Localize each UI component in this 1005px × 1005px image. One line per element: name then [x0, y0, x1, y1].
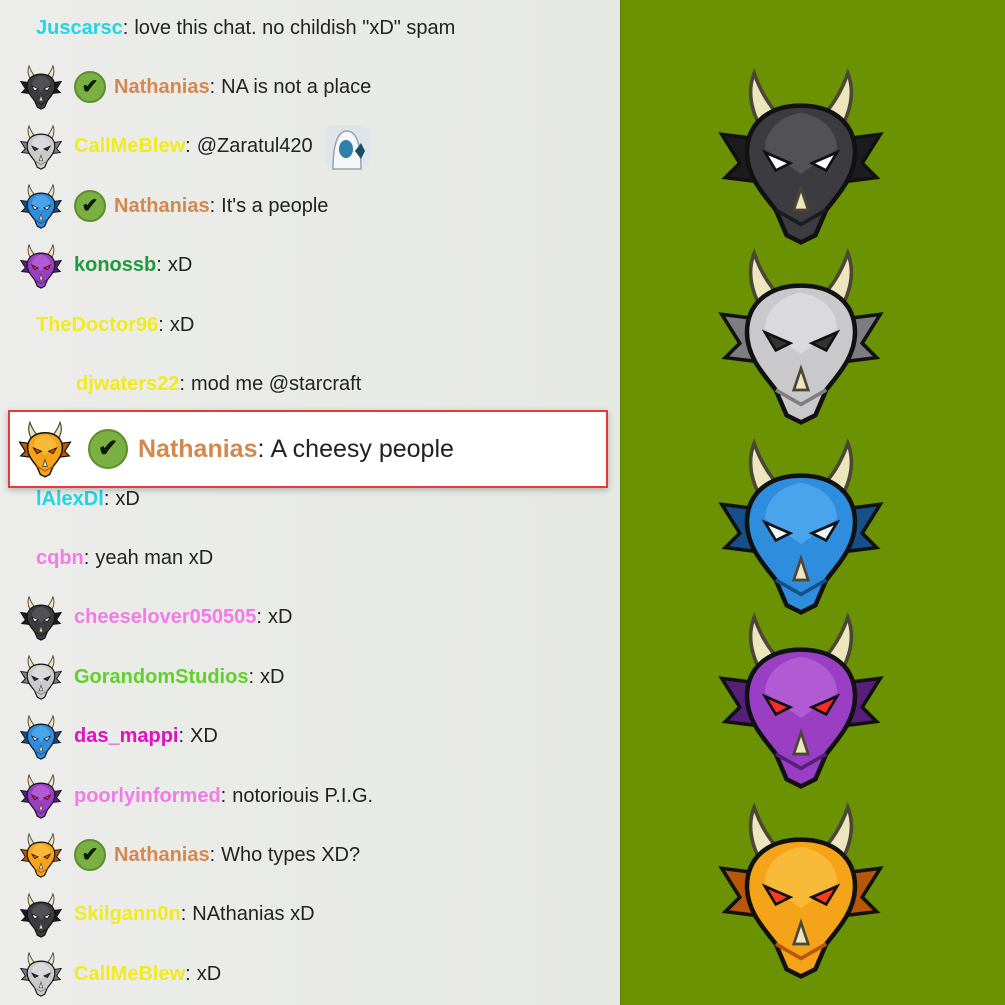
verified-badge-icon: ✔	[74, 71, 106, 104]
separator: :	[179, 372, 185, 395]
highlight-username[interactable]: Nathanias	[138, 435, 257, 464]
hooded-figure-emote	[321, 121, 373, 173]
dragon-emote-panel	[620, 0, 1005, 1005]
chat-username[interactable]: CallMeBlew	[74, 963, 185, 986]
chat-text: love this chat. no childish "xD" spam	[134, 16, 456, 39]
verified-badge-icon: ✔	[88, 429, 128, 469]
chat-text: XD	[190, 725, 218, 748]
separator: :	[257, 434, 265, 463]
chat-text: mod me @starcraft	[190, 372, 362, 395]
chat-username[interactable]: CallMeBlew	[74, 135, 185, 158]
chat-username[interactable]: Nathanias	[114, 195, 210, 218]
chat-message[interactable]: Juscarsc: love this chat. no childish "xD…	[36, 1, 455, 55]
chat-text: xD	[260, 665, 285, 688]
verified-badge-icon: ✔	[74, 839, 106, 872]
gold-dragon-icon	[18, 832, 64, 879]
blue-dragon-icon	[18, 183, 64, 229]
chat-message[interactable]: djwaters22: mod me @starcraft	[76, 357, 361, 411]
chat-text: NAthanias xD	[192, 903, 315, 926]
chat-message-list: Juscarsc: love this chat. no childish "xD…	[0, 0, 620, 1005]
purple-dragon-icon[interactable]	[711, 610, 891, 790]
chat-message[interactable]: GorandomStudios: xD	[18, 650, 284, 704]
chat-username[interactable]: Juscarsc	[36, 17, 123, 40]
chat-panel: Juscarsc: love this chat. no childish "xD…	[0, 0, 620, 1005]
chat-text: notoriouis P.I.G.	[232, 784, 374, 807]
chat-username[interactable]: poorlyinformed	[74, 785, 221, 808]
blue-dragon-icon[interactable]	[711, 436, 891, 616]
highlight-text: A cheesy people	[270, 434, 454, 463]
separator: :	[209, 843, 216, 866]
black-dragon-icon[interactable]	[711, 66, 891, 246]
black-dragon-icon	[18, 595, 64, 641]
blue-dragon-icon	[18, 714, 64, 760]
black-dragon-icon	[18, 892, 64, 938]
separator: :	[209, 194, 216, 217]
separator: :	[248, 665, 255, 688]
gold-dragon-icon	[16, 420, 74, 478]
chat-username[interactable]: konossb	[74, 254, 156, 277]
chat-message[interactable]: das_mappi: XD	[18, 710, 218, 764]
chat-username[interactable]: djwaters22	[76, 373, 179, 396]
purple-dragon-icon	[18, 773, 64, 819]
separator: :	[178, 725, 185, 748]
chat-text: @Zaratul420	[196, 135, 313, 158]
silver-dragon-icon	[18, 951, 64, 997]
chat-message[interactable]: ✔ Nathanias: Who types XD?	[18, 828, 360, 882]
chat-username[interactable]: GorandomStudios	[74, 666, 248, 689]
separator: :	[220, 784, 227, 807]
verified-badge-icon: ✔	[74, 190, 106, 223]
separator: :	[185, 135, 191, 158]
chat-text: xD	[169, 313, 195, 336]
chat-username[interactable]: cheeselover050505	[74, 606, 256, 629]
separator: :	[122, 16, 129, 39]
separator: :	[156, 254, 162, 277]
separator: :	[103, 487, 110, 510]
separator: :	[256, 606, 262, 629]
chat-message[interactable]: konossb: xD	[18, 239, 192, 293]
chat-message[interactable]: cqbn: yeah man xD	[36, 531, 213, 585]
silver-dragon-icon[interactable]	[711, 246, 891, 426]
chat-text: It's a people	[221, 194, 329, 217]
chat-message[interactable]: ✔ Nathanias: NA is not a place	[18, 60, 371, 114]
separator: :	[158, 313, 164, 336]
chat-text: xD	[115, 487, 140, 510]
chat-message[interactable]: CallMeBlew: xD	[18, 947, 221, 1001]
chat-username[interactable]: Nathanias	[114, 844, 210, 867]
gold-dragon-icon[interactable]	[711, 800, 891, 980]
chat-message[interactable]: poorlyinformed: notoriouis P.I.G.	[18, 769, 373, 823]
chat-username[interactable]: das_mappi	[74, 725, 178, 748]
separator: :	[185, 962, 191, 985]
chat-text: NA is not a place	[221, 75, 372, 98]
chat-message[interactable]: ✔ Nathanias: It's a people	[18, 179, 328, 233]
chat-username[interactable]: TheDoctor96	[36, 314, 158, 337]
chat-message[interactable]: CallMeBlew: @Zaratul420	[18, 120, 373, 174]
silver-dragon-icon	[18, 124, 64, 170]
chat-username[interactable]: lAlexDl	[36, 488, 104, 511]
chat-message[interactable]: Skilgann0n: NAthanias xD	[18, 888, 315, 942]
chat-text: xD	[167, 254, 193, 277]
chat-username[interactable]: Nathanias	[114, 76, 210, 99]
separator: :	[83, 546, 90, 569]
chat-text: xD	[196, 962, 222, 985]
chat-text: Who types XD?	[221, 843, 361, 866]
chat-username[interactable]: cqbn	[36, 547, 84, 570]
chat-message[interactable]: TheDoctor96: xD	[36, 298, 194, 352]
chat-text: yeah man xD	[95, 546, 214, 569]
silver-dragon-icon	[18, 654, 64, 700]
highlighted-message[interactable]: ✔ Nathanias: A cheesy people	[8, 410, 608, 488]
chat-text: xD	[267, 606, 293, 629]
separator: :	[180, 903, 187, 926]
chat-message[interactable]: cheeselover050505: xD	[18, 591, 292, 645]
purple-dragon-icon	[18, 243, 64, 289]
chat-username[interactable]: Skilgann0n	[74, 903, 181, 926]
separator: :	[209, 75, 216, 98]
black-dragon-icon	[18, 64, 64, 111]
